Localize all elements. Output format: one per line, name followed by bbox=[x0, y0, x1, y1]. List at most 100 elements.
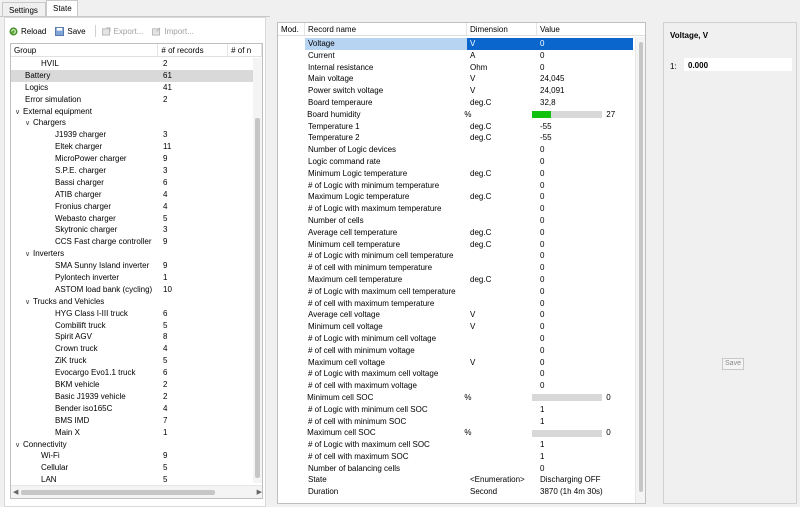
tab-settings[interactable]: Settings bbox=[2, 2, 46, 17]
record-row[interactable]: # of cell with maximum temperature 0 bbox=[278, 298, 636, 310]
tree-row[interactable]: SMA Sunny Island inverter 9 bbox=[11, 260, 255, 272]
record-row[interactable]: Voltage V 0 bbox=[278, 38, 636, 50]
save-button[interactable]: Save bbox=[55, 24, 86, 38]
tab-state[interactable]: State bbox=[46, 0, 78, 17]
record-row[interactable]: Number of balancing cells 0 bbox=[278, 463, 636, 475]
record-row[interactable]: Duration Second 3870 (1h 4m 30s) bbox=[278, 486, 636, 498]
record-row[interactable]: Number of Logic devices 0 bbox=[278, 144, 636, 156]
record-row[interactable]: Minimum cell SOC% 0 bbox=[278, 392, 636, 404]
expand-chevron-icon[interactable]: ∨ bbox=[25, 297, 33, 308]
import-button[interactable]: Import... bbox=[152, 24, 194, 38]
tree-row[interactable]: BKM vehicle 2 bbox=[11, 379, 255, 391]
record-row[interactable]: Maximum cell SOC% 0 bbox=[278, 427, 636, 439]
tree-row[interactable]: Bassi charger 6 bbox=[11, 177, 255, 189]
tree-row[interactable]: ASTOM load bank (cycling) 10 bbox=[11, 284, 255, 296]
record-row[interactable]: # of Logic with minimum temperature 0 bbox=[278, 180, 636, 192]
tree-row[interactable]: ZiK truck 5 bbox=[11, 355, 255, 367]
scroll-thumb[interactable] bbox=[639, 42, 643, 492]
tree-row[interactable]: HYG Class I-III truck 6 bbox=[11, 308, 255, 320]
record-row[interactable]: Minimum Logic temperature deg.C 0 bbox=[278, 168, 636, 180]
tree-row[interactable]: ∨ Inverters bbox=[11, 248, 255, 260]
reload-button[interactable]: Reload bbox=[9, 24, 46, 38]
record-row[interactable]: Maximum cell voltage V 0 bbox=[278, 357, 636, 369]
record-row[interactable]: # of Logic with maximum cell temperature… bbox=[278, 286, 636, 298]
record-row[interactable]: # of cell with minimum temperature 0 bbox=[278, 262, 636, 274]
record-row[interactable]: Temperature 1 deg.C -55 bbox=[278, 121, 636, 133]
column-header-records[interactable]: # of records bbox=[158, 44, 229, 56]
scroll-left-icon[interactable]: ◀ bbox=[13, 488, 18, 496]
tree-row[interactable]: MicroPower charger 9 bbox=[11, 153, 255, 165]
record-row[interactable]: Maximum cell temperature deg.C 0 bbox=[278, 274, 636, 286]
record-row[interactable]: # of Logic with minimum cell SOC 1 bbox=[278, 404, 636, 416]
export-button[interactable]: Export... bbox=[101, 24, 143, 38]
record-row[interactable]: Average cell temperature deg.C 0 bbox=[278, 227, 636, 239]
record-row[interactable]: # of cell with minimum voltage 0 bbox=[278, 345, 636, 357]
tree-row[interactable]: Combilift truck 5 bbox=[11, 320, 255, 332]
column-header-value[interactable]: Value bbox=[537, 23, 633, 35]
column-header-mod[interactable]: Mod. bbox=[278, 23, 305, 35]
tree-row[interactable]: Basic J1939 vehicle 2 bbox=[11, 391, 255, 403]
record-row[interactable]: Main voltage V 24,045 bbox=[278, 73, 636, 85]
record-row[interactable]: Minimum cell voltage V 0 bbox=[278, 321, 636, 333]
record-row[interactable]: Temperature 2 deg.C -55 bbox=[278, 132, 636, 144]
record-row[interactable]: Minimum cell temperature deg.C 0 bbox=[278, 239, 636, 251]
tree-row[interactable]: ATIB charger 4 bbox=[11, 189, 255, 201]
record-row[interactable]: # of Logic with maximum cell SOC 1 bbox=[278, 439, 636, 451]
tree-row[interactable]: Main X 1 bbox=[11, 427, 255, 439]
tree-row[interactable]: Wi-Fi 9 bbox=[11, 450, 255, 462]
expand-chevron-icon[interactable]: ∨ bbox=[25, 118, 33, 129]
record-row[interactable]: # of Logic with minimum cell temperature… bbox=[278, 250, 636, 262]
expand-chevron-icon[interactable]: ∨ bbox=[15, 440, 23, 451]
tree-row[interactable]: Bender iso165C 4 bbox=[11, 403, 255, 415]
tree-row[interactable]: CCS Fast charge controller 9 bbox=[11, 236, 255, 248]
record-row[interactable]: Internal resistance Ohm 0 bbox=[278, 62, 636, 74]
records-vertical-scrollbar[interactable] bbox=[635, 37, 645, 503]
record-row[interactable]: # of Logic with maximum temperature 0 bbox=[278, 203, 636, 215]
tree-row[interactable]: ∨ Chargers bbox=[11, 117, 255, 129]
tree-row[interactable]: Skytronic charger 3 bbox=[11, 224, 255, 236]
tree-row[interactable]: Error simulation 2 bbox=[11, 94, 255, 106]
tree-row[interactable]: ∨ External equipment bbox=[11, 106, 255, 118]
record-row[interactable]: Logic command rate 0 bbox=[278, 156, 636, 168]
scroll-right-icon[interactable]: ▶ bbox=[257, 488, 262, 496]
record-row[interactable]: Number of cells 0 bbox=[278, 215, 636, 227]
tree-row[interactable]: LAN 5 bbox=[11, 474, 255, 483]
column-header-n[interactable]: # of n bbox=[228, 44, 262, 56]
tree-row[interactable]: Eltek charger 11 bbox=[11, 141, 255, 153]
record-row[interactable]: Current A 0 bbox=[278, 50, 636, 62]
tree-row[interactable]: Logics 41 bbox=[11, 82, 255, 94]
tree-row[interactable]: ∨ Trucks and Vehicles bbox=[11, 296, 255, 308]
record-row[interactable]: Average cell voltage V 0 bbox=[278, 309, 636, 321]
record-row[interactable]: # of cell with maximum SOC 1 bbox=[278, 451, 636, 463]
record-row[interactable]: # of cell with minimum SOC 1 bbox=[278, 416, 636, 428]
tree-row[interactable]: Webasto charger 5 bbox=[11, 213, 255, 225]
tree-row[interactable]: ∨ Connectivity bbox=[11, 439, 255, 451]
tree-vertical-scrollbar[interactable] bbox=[253, 58, 262, 483]
tree-row[interactable]: S.P.E. charger 3 bbox=[11, 165, 255, 177]
column-header-group[interactable]: Group bbox=[11, 44, 159, 56]
tree-row[interactable]: Crown truck 4 bbox=[11, 343, 255, 355]
record-row[interactable]: Power switch voltage V 24,091 bbox=[278, 85, 636, 97]
tree-row[interactable]: Pylontech inverter 1 bbox=[11, 272, 255, 284]
tree-row[interactable]: J1939 charger 3 bbox=[11, 129, 255, 141]
tree-row[interactable]: Fronius charger 4 bbox=[11, 201, 255, 213]
expand-chevron-icon[interactable]: ∨ bbox=[25, 249, 33, 260]
record-row[interactable]: # of Logic with minimum cell voltage 0 bbox=[278, 333, 636, 345]
tree-row[interactable]: Evocargo Evo1.1 truck 6 bbox=[11, 367, 255, 379]
tree-row[interactable]: Battery 61 bbox=[11, 69, 255, 82]
column-header-record-name[interactable]: Record name bbox=[305, 23, 467, 35]
column-header-dimension[interactable]: Dimension bbox=[467, 23, 537, 35]
editor-save-button[interactable]: Save bbox=[722, 358, 744, 370]
expand-chevron-icon[interactable]: ∨ bbox=[15, 107, 23, 118]
scroll-thumb[interactable] bbox=[255, 118, 260, 478]
record-row[interactable]: State <Enumeration> Discharging OFF bbox=[278, 474, 636, 486]
record-row[interactable]: # of cell with maximum voltage 0 bbox=[278, 380, 636, 392]
record-row[interactable]: Maximum Logic temperature deg.C 0 bbox=[278, 191, 636, 203]
record-row[interactable]: Board temperaure deg.C 32,8 bbox=[278, 97, 636, 109]
groups-tree[interactable]: Group # of records # of n HVIL 2 Battery 61… bbox=[10, 43, 263, 499]
record-row[interactable]: # of Logic with maximum cell voltage 0 bbox=[278, 368, 636, 380]
tree-row[interactable]: Spirit AGV 8 bbox=[11, 331, 255, 343]
tree-row[interactable]: Cellular 5 bbox=[11, 462, 255, 474]
value-input[interactable]: 0.000 bbox=[684, 58, 792, 71]
tree-row[interactable]: BMS IMD 7 bbox=[11, 415, 255, 427]
